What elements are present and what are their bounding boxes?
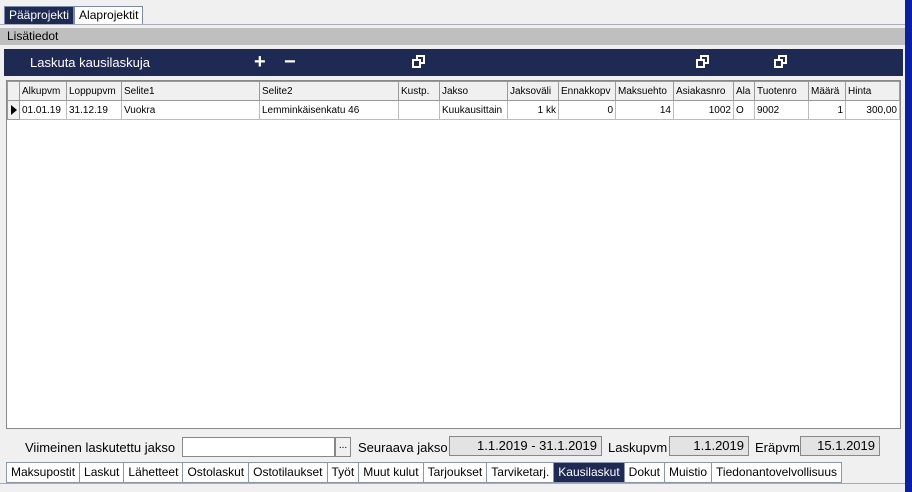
- project-tabs: Pääprojekti Alaprojektit: [4, 6, 144, 25]
- invoices-table: Alkupvm Loppupvm Selite1 Selite2 Kustp. …: [7, 81, 900, 120]
- table-header-row: Alkupvm Loppupvm Selite1 Selite2 Kustp. …: [7, 81, 900, 101]
- browse-button[interactable]: ...: [335, 437, 351, 457]
- column-header[interactable]: Loppupvm: [66, 81, 122, 101]
- tab-muistio[interactable]: Muistio: [665, 462, 713, 483]
- tab-tarviketarj[interactable]: Tarviketarj.: [487, 462, 555, 483]
- table-cell[interactable]: Lemminkäisenkatu 46: [259, 100, 399, 120]
- table-cell[interactable]: 14: [615, 100, 674, 120]
- next-period-label: Seuraava jakso: [358, 440, 448, 455]
- bottom-tabs: Maksupostit Laskut Lähetteet Ostolaskut …: [6, 462, 842, 483]
- tab-ostolaskut[interactable]: Ostolaskut: [183, 462, 250, 483]
- section-label: Lisätiedot: [0, 28, 905, 45]
- tab-tyot[interactable]: Työt: [327, 462, 360, 483]
- column-header[interactable]: Selite2: [259, 81, 399, 101]
- last-billed-label: Viimeinen laskutettu jakso: [25, 440, 176, 455]
- last-billed-input[interactable]: [182, 437, 335, 457]
- copy-icon[interactable]: [412, 55, 425, 68]
- recurring-invoice-header: Laskuta kausilaskuja + −: [4, 49, 903, 76]
- column-header[interactable]: Maksuehto: [615, 81, 674, 101]
- next-period-field: 1.1.2019 - 31.1.2019: [449, 436, 602, 456]
- tab-muut-kulut[interactable]: Muut kulut: [359, 462, 424, 483]
- due-date-label: Eräpvm: [755, 440, 800, 455]
- column-header[interactable]: Selite1: [121, 81, 260, 101]
- row-indicator-header: [7, 81, 20, 101]
- tab-maksupostit[interactable]: Maksupostit: [6, 462, 81, 483]
- header-title: Laskuta kausilaskuja: [30, 55, 150, 70]
- due-date-field: 15.1.2019: [800, 436, 880, 456]
- table-cell[interactable]: [398, 100, 440, 120]
- plus-icon[interactable]: +: [254, 51, 266, 73]
- minus-icon[interactable]: −: [284, 51, 296, 73]
- table-cell[interactable]: 300,00: [845, 100, 900, 120]
- recurring-invoices-grid[interactable]: Alkupvm Loppupvm Selite1 Selite2 Kustp. …: [6, 80, 901, 429]
- current-row-icon: [7, 100, 20, 120]
- tab-kausilaskut[interactable]: Kausilaskut: [554, 462, 625, 483]
- tab-laskut[interactable]: Laskut: [80, 462, 125, 483]
- table-cell[interactable]: O: [733, 100, 755, 120]
- tab-alaprojektit[interactable]: Alaprojektit: [74, 6, 144, 25]
- table-cell[interactable]: Vuokra: [121, 100, 260, 120]
- tab-tarjoukset[interactable]: Tarjoukset: [423, 462, 488, 483]
- column-header[interactable]: Kustp.: [398, 81, 440, 101]
- table-cell[interactable]: 1002: [673, 100, 734, 120]
- tab-lahetteet[interactable]: Lähetteet: [124, 462, 184, 483]
- column-header[interactable]: Ennakkopv: [558, 81, 616, 101]
- table-cell[interactable]: 01.01.19: [19, 100, 67, 120]
- tab-dokut[interactable]: Dokut: [624, 462, 666, 483]
- window-border: [905, 0, 912, 492]
- divider: [0, 24, 912, 25]
- table-cell[interactable]: 1 kk: [507, 100, 559, 120]
- column-header[interactable]: Ala: [733, 81, 755, 101]
- column-header[interactable]: Jakso: [439, 81, 508, 101]
- tab-ostotilaukset[interactable]: Ostotilaukset: [249, 462, 328, 483]
- table-cell[interactable]: 9002: [754, 100, 809, 120]
- invoice-date-label: Laskupvm: [608, 440, 668, 455]
- table-cell[interactable]: 1: [808, 100, 846, 120]
- copy-icon[interactable]: [774, 55, 787, 68]
- column-header[interactable]: Asiakasnro: [673, 81, 734, 101]
- column-header[interactable]: Määrä: [808, 81, 846, 101]
- tab-tiedonantovelvollisuus[interactable]: Tiedonantovelvollisuus: [712, 462, 842, 483]
- table-cell[interactable]: Kuukausittain: [439, 100, 508, 120]
- tab-paaprojekti[interactable]: Pääprojekti: [4, 6, 75, 25]
- column-header[interactable]: Jaksoväli: [507, 81, 559, 101]
- copy-icon[interactable]: [696, 55, 709, 68]
- column-header[interactable]: Hinta: [845, 81, 900, 101]
- table-row[interactable]: 01.01.19 31.12.19 Vuokra Lemminkäisenkat…: [7, 100, 900, 120]
- invoice-date-field: 1.1.2019: [669, 436, 749, 456]
- table-cell[interactable]: 0: [558, 100, 616, 120]
- column-header[interactable]: Tuotenro: [754, 81, 809, 101]
- table-cell[interactable]: 31.12.19: [66, 100, 122, 120]
- divider: [0, 483, 905, 484]
- column-header[interactable]: Alkupvm: [19, 81, 67, 101]
